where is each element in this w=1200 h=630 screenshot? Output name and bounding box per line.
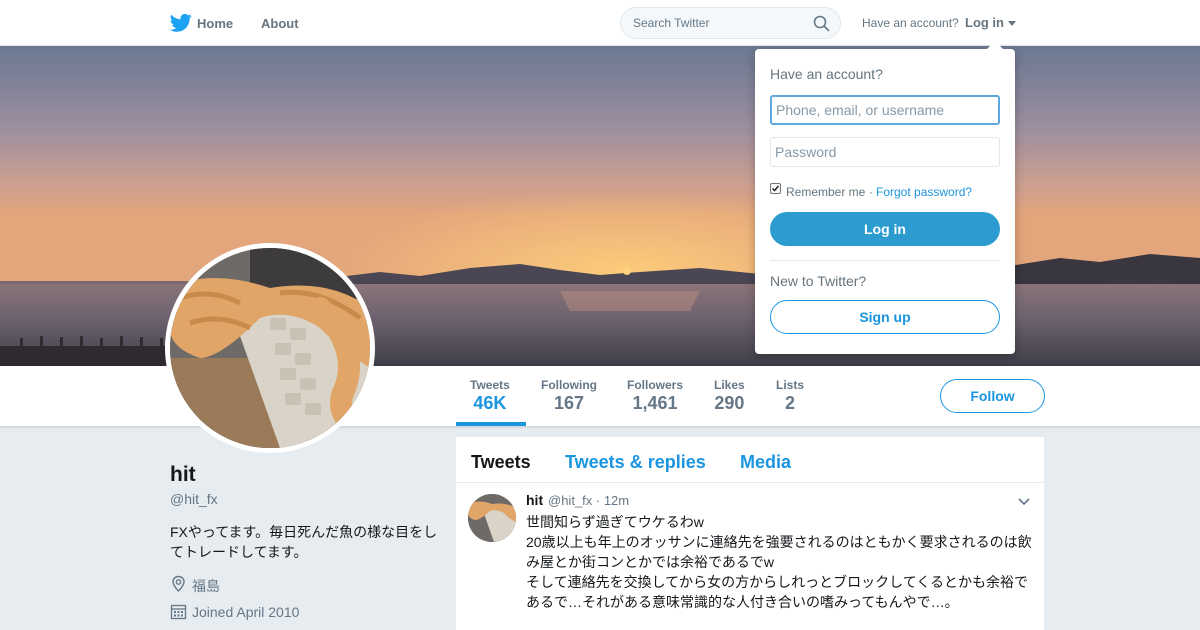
tab-tweets-replies[interactable]: Tweets & replies bbox=[565, 452, 706, 473]
search-box[interactable]: Search Twitter bbox=[620, 7, 841, 39]
calendar-icon bbox=[170, 604, 187, 620]
divider bbox=[770, 260, 1000, 261]
forgot-password-link[interactable]: Forgot password? bbox=[876, 185, 972, 199]
avatar-image bbox=[170, 248, 370, 448]
tweet-meta[interactable]: @hit_fx · 12m bbox=[548, 493, 629, 508]
nav-about-link[interactable]: About bbox=[261, 16, 299, 31]
active-stat-underline bbox=[456, 422, 526, 426]
login-button[interactable]: Log in bbox=[770, 212, 1000, 246]
tweet-author-name[interactable]: hit bbox=[526, 492, 543, 508]
signup-button[interactable]: Sign up bbox=[770, 300, 1000, 334]
stat-value: 1,461 bbox=[632, 393, 678, 413]
remember-me-checkbox[interactable] bbox=[770, 183, 781, 194]
login-dropdown: Have an account? Remember me · Forgot pa… bbox=[755, 41, 1015, 354]
stat-label: Likes bbox=[714, 378, 745, 392]
password-field[interactable] bbox=[770, 137, 1000, 167]
search-placeholder[interactable]: Search Twitter bbox=[633, 16, 709, 30]
remember-me-label[interactable]: Remember me bbox=[786, 185, 865, 199]
dropdown-arrow bbox=[987, 41, 1003, 49]
stat-label: Lists bbox=[776, 378, 805, 392]
follow-button[interactable]: Follow bbox=[940, 379, 1045, 413]
stat-label: Tweets bbox=[470, 378, 510, 392]
profile-avatar[interactable] bbox=[165, 243, 375, 453]
caret-down-icon[interactable] bbox=[1008, 21, 1016, 26]
profile-name[interactable]: hit bbox=[170, 463, 196, 487]
twitter-bird-icon[interactable] bbox=[170, 13, 192, 33]
timeline-panel: Tweets Tweets & replies Media hit @hit_f… bbox=[456, 437, 1044, 630]
profile-joined-date: Joined April 2010 bbox=[192, 604, 300, 620]
username-field[interactable] bbox=[770, 95, 1000, 125]
profile-location: 福島 bbox=[192, 578, 220, 594]
profile-bio: FXやってます。毎日死んだ魚の様な目をしてトレードしてます。 bbox=[170, 524, 438, 560]
tab-tweets[interactable]: Tweets bbox=[471, 452, 531, 473]
stat-value: 2 bbox=[785, 393, 796, 413]
login-menu-link[interactable]: Log in bbox=[965, 15, 1004, 30]
timeline-tabs: Tweets Tweets & replies Media bbox=[456, 437, 1044, 483]
stat-label: Following bbox=[541, 378, 597, 392]
nav-home-link[interactable]: Home bbox=[197, 16, 233, 31]
new-to-twitter-text: New to Twitter? bbox=[770, 273, 867, 289]
stat-tweets[interactable]: Tweets 46K bbox=[470, 378, 510, 414]
stat-lists[interactable]: Lists 2 bbox=[776, 378, 804, 414]
location-pin-icon bbox=[172, 575, 185, 592]
dropdown-title: Have an account? bbox=[770, 66, 883, 82]
profile-handle[interactable]: @hit_fx bbox=[170, 491, 218, 507]
stat-following[interactable]: Following 167 bbox=[541, 378, 597, 414]
top-navigation-bar: Home About Search Twitter Have an accoun… bbox=[0, 0, 1200, 46]
tweet-avatar[interactable] bbox=[468, 494, 516, 542]
search-icon[interactable] bbox=[813, 15, 830, 32]
tweet-text: 世間知らず過ぎてウケるわw 20歳以上も年上のオッサンに連絡先を強要されるのはと… bbox=[526, 514, 1032, 610]
stat-value: 290 bbox=[714, 393, 745, 413]
chevron-down-icon[interactable] bbox=[1018, 498, 1030, 506]
stat-value: 167 bbox=[553, 393, 585, 413]
stat-likes[interactable]: Likes 290 bbox=[714, 378, 745, 414]
have-account-text: Have an account? bbox=[862, 16, 959, 30]
tab-media[interactable]: Media bbox=[740, 452, 791, 473]
stat-value: 46K bbox=[473, 393, 507, 413]
stat-followers[interactable]: Followers 1,461 bbox=[627, 378, 683, 414]
stat-label: Followers bbox=[627, 378, 684, 392]
separator-dot: · bbox=[869, 185, 873, 199]
